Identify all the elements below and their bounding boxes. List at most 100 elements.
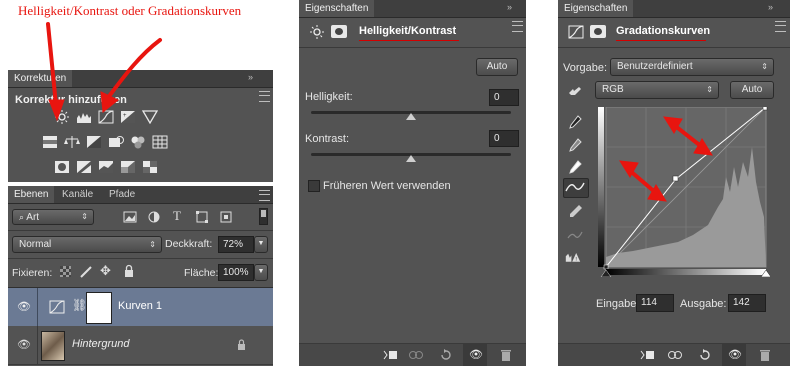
panel-title: Gradationskurven xyxy=(616,25,711,37)
tab-eigenschaften[interactable]: Eigenschaften xyxy=(558,0,634,17)
title-underline xyxy=(359,40,459,41)
blend-mode-select[interactable]: Normal ⇕ xyxy=(12,236,162,253)
black-point-eyedropper-icon[interactable] xyxy=(567,115,583,129)
legacy-label: Früheren Wert verwenden xyxy=(323,180,451,192)
curves-layer-icon xyxy=(49,300,65,314)
curve-endpoint[interactable] xyxy=(762,107,768,111)
layer-name: Kurven 1 xyxy=(118,300,163,312)
gray-point-eyedropper-icon[interactable] xyxy=(567,138,583,152)
chevron-updown-icon: ⇕ xyxy=(149,240,156,249)
gradient-map-icon[interactable] xyxy=(120,160,136,174)
chevron-updown-icon: ⇕ xyxy=(81,212,88,221)
contrast-label: Kontrast: xyxy=(305,133,350,145)
fill-field[interactable]: 100% xyxy=(218,264,254,281)
eye-icon[interactable]: 👁 xyxy=(17,300,31,313)
clip-to-layer-icon[interactable] xyxy=(383,349,397,361)
channel-select[interactable]: RGB ⇕ xyxy=(595,81,719,99)
curve-point[interactable] xyxy=(672,175,679,182)
collapse-icon[interactable]: » xyxy=(768,2,773,12)
clipping-warning-icon[interactable]: ! xyxy=(565,250,581,264)
tab-kanaele[interactable]: Kanäle xyxy=(56,186,99,203)
smart-object-filter-icon[interactable] xyxy=(218,210,234,224)
tab-eigenschaften[interactable]: Eigenschaften xyxy=(299,0,375,17)
channel-mixer-icon[interactable] xyxy=(130,135,146,149)
opacity-field[interactable]: 72% xyxy=(218,236,254,253)
panel-menu-icon[interactable] xyxy=(775,21,786,32)
lock-all-icon[interactable] xyxy=(121,264,137,278)
invert-icon[interactable] xyxy=(54,160,70,174)
search-icon: ⌕ xyxy=(19,212,25,222)
view-previous-icon[interactable] xyxy=(409,349,423,361)
posterize-icon[interactable] xyxy=(76,160,92,174)
lock-move-icon[interactable]: ✥ xyxy=(100,263,111,279)
auto-button[interactable]: Auto xyxy=(730,81,774,99)
eye-icon[interactable]: 👁 xyxy=(17,338,31,351)
preset-select[interactable]: Benutzerdefiniert ⇕ xyxy=(610,58,774,76)
layer-row-hintergrund[interactable]: 👁 Hintergrund xyxy=(8,326,273,365)
clip-to-layer-icon[interactable] xyxy=(640,349,654,361)
pencil-icon[interactable] xyxy=(567,204,583,218)
auto-button[interactable]: Auto xyxy=(476,58,518,76)
panel-menu-icon[interactable] xyxy=(512,21,523,32)
filter-toggle[interactable] xyxy=(259,208,268,225)
mask-icon[interactable] xyxy=(590,25,606,38)
color-lookup-icon[interactable] xyxy=(152,135,168,149)
visibility-eye-icon[interactable]: 👁 xyxy=(469,348,483,361)
brightness-slider-thumb[interactable] xyxy=(406,113,416,120)
curves-properties-panel: Eigenschaften » Gradationskurven Vorgabe… xyxy=(558,0,790,366)
point-curve-tool[interactable] xyxy=(563,178,589,198)
selective-color-icon[interactable] xyxy=(142,160,158,174)
reset-icon[interactable] xyxy=(698,349,712,361)
trash-icon[interactable] xyxy=(499,349,513,361)
output-field[interactable]: 142 xyxy=(728,294,766,312)
properties-bottom-bar: 👁 xyxy=(558,343,790,366)
brightness-properties-panel: Eigenschaften » Helligkeit/Kontrast Auto… xyxy=(299,0,526,366)
view-previous-icon[interactable] xyxy=(668,349,682,361)
lock-transparent-icon[interactable] xyxy=(60,266,71,277)
collapse-icon[interactable]: » xyxy=(507,2,512,12)
opacity-label: Deckkraft: xyxy=(165,238,213,250)
tab-pfade[interactable]: Pfade xyxy=(103,186,141,203)
contrast-slider-thumb[interactable] xyxy=(406,155,416,162)
input-field[interactable]: 114 xyxy=(636,294,674,312)
reset-icon[interactable] xyxy=(439,349,453,361)
curve-startpoint[interactable] xyxy=(603,264,609,270)
color-balance-icon[interactable] xyxy=(64,135,80,149)
trash-icon[interactable] xyxy=(758,349,772,361)
adjustment-filter-icon[interactable] xyxy=(146,210,162,224)
layer-row-kurven[interactable]: 👁 ⛓ Kurven 1 xyxy=(8,287,273,327)
opacity-dropdown-button[interactable]: ▼ xyxy=(254,236,268,253)
layer-filter-select[interactable]: ⌕ Art ⇕ xyxy=(12,209,94,225)
on-image-adjust-icon[interactable] xyxy=(567,84,583,98)
link-icon[interactable]: ⛓ xyxy=(72,298,87,312)
mask-icon[interactable] xyxy=(331,25,347,38)
layer-mask-thumbnail[interactable] xyxy=(86,292,112,324)
tab-ebenen[interactable]: Ebenen xyxy=(8,186,55,203)
fill-dropdown-button[interactable]: ▼ xyxy=(254,264,268,281)
threshold-icon[interactable] xyxy=(98,160,114,174)
layers-menu-icon[interactable] xyxy=(259,190,270,201)
contrast-field[interactable]: 0 xyxy=(489,130,519,147)
properties-bottom-bar: 👁 xyxy=(299,343,526,366)
channel-value: RGB xyxy=(602,84,624,95)
curves-icon xyxy=(568,25,584,39)
layers-panel: Ebenen Kanäle Pfade ⌕ Art ⇕ T Normal ⇕ D… xyxy=(8,186,273,366)
smooth-icon[interactable] xyxy=(567,228,583,242)
curves-graph[interactable] xyxy=(598,107,770,277)
chevron-updown-icon: ⇕ xyxy=(761,62,768,71)
lock-brush-icon[interactable] xyxy=(78,265,94,279)
white-point-eyedropper-icon[interactable] xyxy=(567,160,583,174)
brightness-field[interactable]: 0 xyxy=(489,89,519,106)
visibility-eye-icon[interactable]: 👁 xyxy=(728,348,742,361)
photo-filter-icon[interactable] xyxy=(108,135,124,149)
background-thumbnail[interactable] xyxy=(41,331,65,361)
hue-saturation-icon[interactable] xyxy=(42,135,58,149)
black-white-icon[interactable] xyxy=(86,135,102,149)
legacy-checkbox[interactable] xyxy=(308,180,320,192)
layers-tabbar: Ebenen Kanäle Pfade xyxy=(8,186,273,204)
shape-filter-icon[interactable] xyxy=(194,210,210,224)
title-underline xyxy=(616,40,706,41)
input-label: Eingabe: xyxy=(596,298,640,310)
type-filter-icon[interactable]: T xyxy=(173,208,181,224)
pixel-filter-icon[interactable] xyxy=(122,210,138,224)
